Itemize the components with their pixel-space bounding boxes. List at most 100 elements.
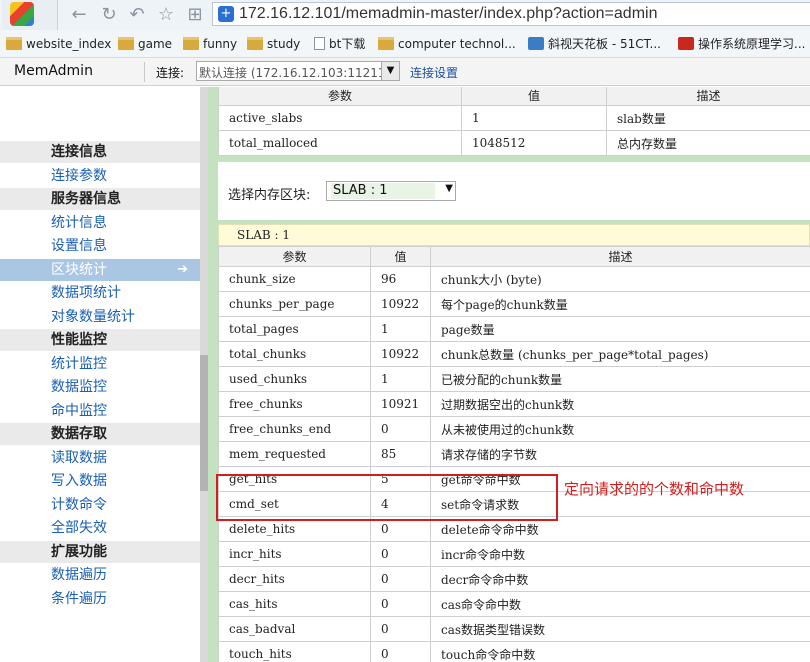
- table-row: mem_requested 85 请求存储的字节数: [218, 441, 810, 467]
- address-bar[interactable]: + 172.16.12.101/memadmin-master/index.ph…: [212, 2, 810, 26]
- bookmark-website-index[interactable]: website_index: [6, 36, 111, 52]
- connection-settings-link[interactable]: 连接设置: [410, 64, 458, 81]
- refresh-icon[interactable]: ↻: [98, 4, 120, 26]
- annotation-text: 定向请求的的个数和命中数: [564, 480, 745, 498]
- sidebar-group-title: 服务器信息: [0, 188, 200, 210]
- sidebar-item-label: 数据监控: [51, 379, 107, 395]
- connection-value: 默认连接 (172.16.12.103:11211): [199, 66, 391, 80]
- column-header: 描述: [606, 87, 810, 106]
- sidebar-item[interactable]: 全部失效: [0, 517, 200, 539]
- chevron-down-icon[interactable]: ▼: [381, 62, 399, 80]
- table-row: cas_hits 0 cas命令命中数: [218, 591, 810, 617]
- slab-select-panel: 选择内存区块: SLAB : 1 ▼: [218, 162, 810, 220]
- star-icon[interactable]: ☆: [155, 4, 177, 26]
- sidebar-item[interactable]: 数据监控: [0, 376, 200, 398]
- table-row: touch_hits 0 touch命令命中数: [218, 641, 810, 662]
- image-icon: [528, 37, 544, 50]
- table-row: total_chunks 10922 chunk总数量 (chunks_per_pa…: [218, 341, 810, 367]
- bookmark-os-principles[interactable]: 操作系统原理学习...: [678, 36, 805, 52]
- bookmark-computer-technology[interactable]: computer technol...: [378, 36, 516, 52]
- sidebar-item[interactable]: 计数命令: [0, 494, 200, 516]
- param-cell: total_chunks: [218, 341, 371, 367]
- sidebar-item[interactable]: 数据遍历: [0, 564, 200, 586]
- sidebar-item[interactable]: 条件遍历: [0, 588, 200, 610]
- value-cell: 1048512: [461, 130, 607, 156]
- connection-select[interactable]: 默认连接 (172.16.12.103:11211) ▼: [196, 61, 400, 81]
- table-row: chunks_per_page 10922 每个page的chunk数量: [218, 291, 810, 317]
- sidebar-item[interactable]: 写入数据: [0, 470, 200, 492]
- folder-icon: [247, 37, 263, 50]
- browser-logo[interactable]: [2, 0, 58, 30]
- table-header-row: 参数 值 描述: [218, 87, 810, 106]
- scrollbar-thumb[interactable]: [200, 355, 208, 491]
- sidebar-item[interactable]: 区块统计 ➔: [0, 258, 200, 281]
- value-cell: 0: [370, 616, 431, 642]
- slab-caption: SLAB : 1: [218, 224, 810, 246]
- bookmark-funny[interactable]: funny: [183, 36, 237, 52]
- bookmark-study[interactable]: study: [247, 36, 300, 52]
- column-header: 值: [461, 87, 607, 106]
- description-cell: incr命令命中数: [430, 541, 810, 567]
- table-row: total_pages 1 page数量: [218, 316, 810, 342]
- table-row: cas_badval 0 cas数据类型错误数: [218, 616, 810, 642]
- sidebar-item-label: 统计监控: [51, 355, 107, 372]
- folder-icon: [183, 37, 199, 50]
- chevron-down-icon[interactable]: ▼: [445, 183, 453, 194]
- sidebar-item[interactable]: 对象数量统计: [0, 306, 200, 328]
- value-cell: 0: [370, 566, 431, 592]
- bookmark-label: bt下载: [329, 37, 366, 51]
- param-cell: mem_requested: [218, 441, 371, 467]
- sidebar-item[interactable]: 统计信息: [0, 212, 200, 234]
- value-cell: 10922: [370, 291, 431, 317]
- param-cell: touch_hits: [218, 641, 371, 662]
- param-cell: cas_hits: [218, 591, 371, 617]
- param-cell: chunk_size: [218, 266, 371, 292]
- connection-label: 连接:: [156, 66, 185, 80]
- slab-select[interactable]: SLAB : 1 ▼: [326, 181, 456, 201]
- column-header: 值: [370, 246, 431, 267]
- table-row: used_chunks 1 已被分配的chunk数量: [218, 366, 810, 392]
- description-cell: 过期数据空出的chunk数: [430, 391, 810, 417]
- slab-table: 参数 值 描述 chunk_size 96 chunk大小 (byte) chunks…: [218, 246, 810, 662]
- sidebar-group-title: 数据存取: [0, 423, 200, 445]
- param-cell: total_pages: [218, 316, 371, 342]
- param-cell: cas_badval: [218, 616, 371, 642]
- param-cell: chunks_per_page: [218, 291, 371, 317]
- page-icon: [314, 37, 325, 50]
- sidebar-item[interactable]: 设置信息: [0, 235, 200, 257]
- sidebar-item-label: 数据项统计: [51, 285, 121, 301]
- sidebar-item-label: 连接参数: [51, 167, 107, 184]
- back-icon[interactable]: ←: [68, 4, 90, 26]
- sidebar-item[interactable]: 数据项统计: [0, 282, 200, 304]
- table-row: chunk_size 96 chunk大小 (byte): [218, 266, 810, 292]
- value-cell: 0: [370, 641, 431, 662]
- param-cell: free_chunks: [218, 391, 371, 417]
- sidebar-item-label: 对象数量统计: [51, 308, 135, 325]
- sidebar-item-label: 命中监控: [51, 402, 107, 419]
- bookmark-51cto[interactable]: 斜视天花板 - 51CT...: [528, 36, 661, 52]
- arrow-right-icon: ➔: [177, 261, 188, 277]
- folder-icon: [378, 37, 394, 50]
- sidebar-item-label: 计数命令: [51, 496, 107, 513]
- value-cell: 1: [370, 316, 431, 342]
- param-cell: used_chunks: [218, 366, 371, 392]
- folder-icon: [118, 37, 134, 50]
- apps-icon[interactable]: ⊞: [184, 4, 206, 26]
- table-row: free_chunks_end 0 从未被使用过的chunk数: [218, 416, 810, 442]
- value-cell: 0: [370, 416, 431, 442]
- value-cell: 10921: [370, 391, 431, 417]
- bookmark-label: funny: [203, 37, 238, 51]
- scrollbar[interactable]: [200, 87, 208, 662]
- bookmark-game[interactable]: game: [118, 36, 172, 52]
- sidebar-item[interactable]: 连接参数: [0, 165, 200, 187]
- sidebar-item[interactable]: 命中监控: [0, 400, 200, 422]
- sidebar-item[interactable]: 读取数据: [0, 447, 200, 469]
- bookmark-bt[interactable]: bt下载: [314, 36, 365, 52]
- browser-logo-icon: [10, 2, 34, 26]
- sidebar-group-title: 扩展功能: [0, 540, 200, 563]
- bookmark-label: 操作系统原理学习...: [698, 37, 806, 51]
- param-cell: decr_hits: [218, 566, 371, 592]
- value-cell: 0: [370, 541, 431, 567]
- sidebar-item[interactable]: 统计监控: [0, 353, 200, 375]
- undo-icon[interactable]: ↶: [126, 4, 148, 26]
